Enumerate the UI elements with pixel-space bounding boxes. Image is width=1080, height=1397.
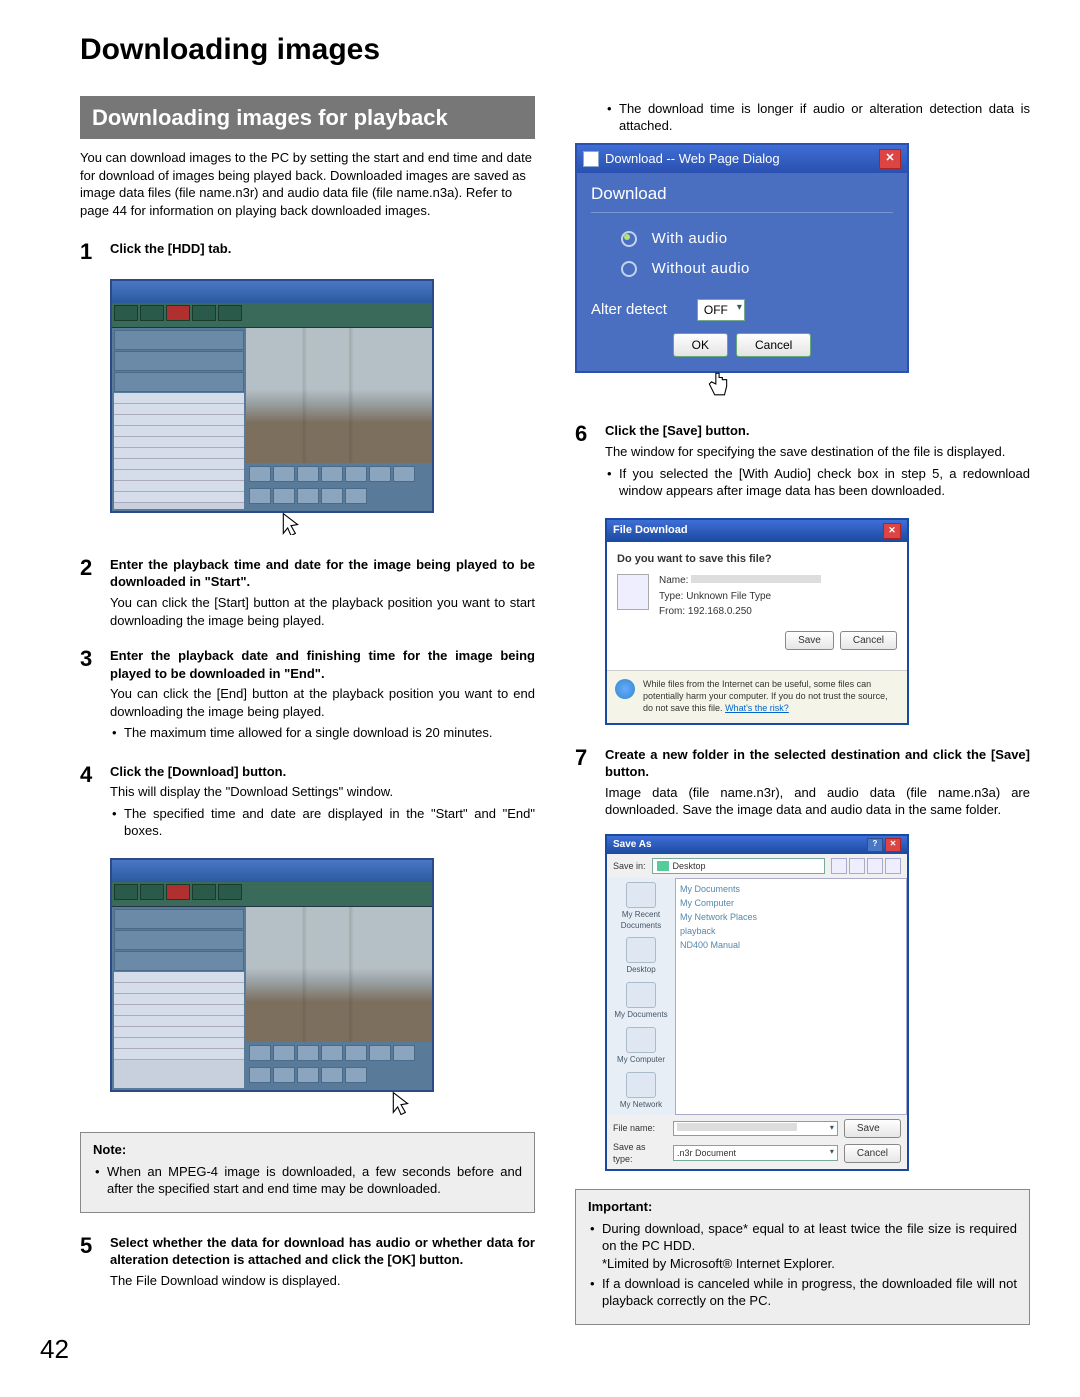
step-2: 2 Enter the playback time and date for t… [80, 553, 535, 632]
file-name-field[interactable] [673, 1121, 838, 1136]
step-number: 7 [575, 743, 605, 822]
info-icon [615, 679, 635, 699]
save-as-dialog: Save As ?✕ Save in: Desktop My Recent Do… [605, 834, 909, 1172]
nav-icon[interactable] [849, 858, 865, 874]
important-box: Important: During download, space* equal… [575, 1189, 1030, 1324]
page-number: 42 [40, 1332, 69, 1367]
save-in-dropdown[interactable]: Desktop [652, 858, 825, 874]
radio-without-audio[interactable] [621, 261, 637, 277]
important-bullet: During download, space* equal to at leas… [588, 1220, 1017, 1273]
step-title: Enter the playback date and finishing ti… [110, 647, 535, 682]
file-icon [617, 574, 649, 610]
cursor-arrow-icon [390, 1086, 412, 1114]
section-header: Downloading images for playback [80, 96, 535, 140]
place-desktop[interactable]: Desktop [626, 937, 656, 976]
cancel-button[interactable]: Cancel [840, 631, 897, 651]
save-in-label: Save in: [613, 860, 646, 872]
step-text: The File Download window is displayed. [110, 1272, 535, 1290]
step-number: 1 [80, 237, 110, 267]
page-title: Downloading images [80, 30, 1030, 71]
step-title: Create a new folder in the selected dest… [605, 746, 1030, 781]
from-value: 192.168.0.250 [688, 606, 752, 617]
nav-icon[interactable] [867, 858, 883, 874]
close-icon[interactable]: ✕ [883, 523, 901, 539]
step5-bullet: The download time is longer if audio or … [605, 100, 1030, 135]
note-box: Note: When an MPEG-4 image is downloaded… [80, 1132, 535, 1213]
step-title: Select whether the data for download has… [110, 1234, 535, 1269]
step-number: 6 [575, 419, 605, 505]
dialog-title: File Download [613, 523, 688, 539]
step-bullet: The specified time and date are displaye… [110, 805, 535, 840]
step-number: 5 [80, 1231, 110, 1293]
save-type-field[interactable]: .n3r Document [673, 1145, 838, 1161]
cancel-button[interactable]: Cancel [844, 1144, 901, 1164]
radio-label: Without audio [652, 260, 750, 277]
place-mynet[interactable]: My Network [620, 1072, 662, 1111]
step-title: Click the [Download] button. [110, 763, 535, 781]
step-title: Click the [HDD] tab. [110, 240, 535, 258]
download-dialog: Download -- Web Page Dialog ✕ Download W… [575, 143, 909, 374]
close-icon[interactable]: ✕ [879, 149, 901, 169]
type-label: Type: [659, 591, 683, 602]
place-mydocs[interactable]: My Documents [614, 982, 667, 1021]
cursor-arrow-icon [280, 507, 302, 535]
step-text: You can click the [End] button at the pl… [110, 685, 535, 720]
file-list[interactable]: My Documents My Computer My Network Plac… [675, 878, 907, 1115]
radio-with-audio[interactable] [621, 231, 637, 247]
save-type-label: Save as type: [613, 1141, 667, 1165]
step-4: 4 Click the [Download] button. This will… [80, 760, 535, 846]
step-title: Click the [Save] button. [605, 422, 1030, 440]
step-text: This will display the "Download Settings… [110, 783, 535, 801]
step-number: 3 [80, 644, 110, 748]
file-name-label: File name: [613, 1122, 667, 1134]
help-icon[interactable]: ? [867, 838, 883, 852]
step-bullet: The maximum time allowed for a single do… [110, 724, 535, 742]
step-6: 6 Click the [Save] button. The window fo… [575, 419, 1030, 505]
alter-detect-dropdown[interactable]: OFF [697, 299, 745, 321]
save-button[interactable]: Save [844, 1119, 901, 1139]
type-value: Unknown File Type [686, 591, 771, 602]
file-download-dialog: File Download ✕ Do you want to save this… [605, 518, 909, 725]
from-label: From: [659, 606, 685, 617]
step-7: 7 Create a new folder in the selected de… [575, 743, 1030, 822]
cancel-button[interactable]: Cancel [736, 333, 811, 357]
app-titlebar [112, 281, 432, 303]
dialog-heading: Download [591, 183, 893, 206]
step-number: 4 [80, 760, 110, 846]
step-number: 2 [80, 553, 110, 632]
file-download-question: Do you want to save this file? [617, 552, 897, 567]
step-bullet: If you selected the [With Audio] check b… [605, 465, 1030, 500]
screenshot-download-button [110, 858, 535, 1114]
dialog-icon [583, 151, 599, 167]
intro-text: You can download images to the PC by set… [80, 149, 535, 219]
nav-icon[interactable] [831, 858, 847, 874]
step-5: 5 Select whether the data for download h… [80, 1231, 535, 1293]
note-bullet: When an MPEG-4 image is downloaded, a fe… [93, 1163, 522, 1198]
name-label: Name: [659, 575, 688, 586]
important-bullet: If a download is canceled while in progr… [588, 1275, 1017, 1310]
cursor-hand-icon [705, 371, 731, 401]
place-mycomp[interactable]: My Computer [617, 1027, 665, 1066]
whats-the-risk-link[interactable]: What's the risk? [725, 703, 789, 713]
step-1: 1 Click the [HDD] tab. [80, 237, 535, 267]
screenshot-hdd-tab [110, 279, 535, 535]
step-text: Image data (file name.n3r), and audio da… [605, 784, 1030, 819]
step-3: 3 Enter the playback date and finishing … [80, 644, 535, 748]
step-text: The window for specifying the save desti… [605, 443, 1030, 461]
step-title: Enter the playback time and date for the… [110, 556, 535, 591]
dialog-title: Save As [613, 838, 652, 852]
radio-label: With audio [652, 230, 728, 247]
close-icon[interactable]: ✕ [885, 838, 901, 852]
note-title: Note: [93, 1141, 522, 1159]
step-text: You can click the [Start] button at the … [110, 594, 535, 629]
dialog-title: Download -- Web Page Dialog [605, 150, 780, 168]
ok-button[interactable]: OK [673, 333, 728, 357]
place-recent[interactable]: My Recent Documents [611, 882, 671, 932]
alter-detect-label: Alter detect [591, 300, 667, 320]
important-title: Important: [588, 1198, 1017, 1216]
save-button[interactable]: Save [785, 631, 834, 651]
nav-icon[interactable] [885, 858, 901, 874]
